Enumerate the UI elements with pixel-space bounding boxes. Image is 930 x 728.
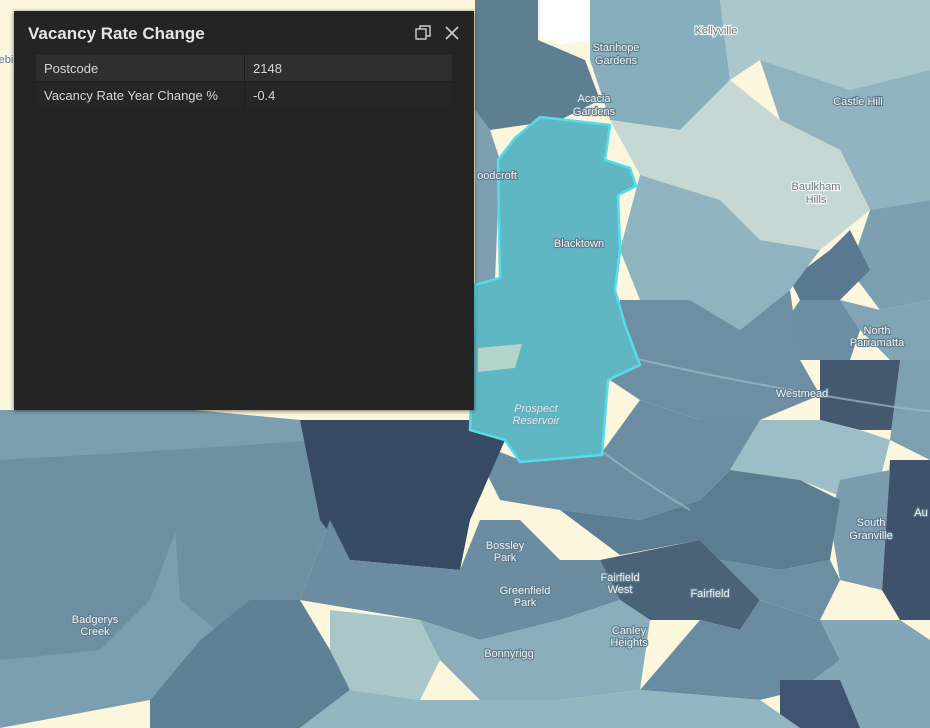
place-label: Acacia (577, 93, 611, 105)
place-label: ebi (0, 54, 13, 66)
place-label: Stanhope (592, 42, 639, 54)
place-label: North (864, 325, 891, 337)
table-row: Postcode 2148 (36, 55, 452, 82)
place-label: Gardens (595, 55, 638, 67)
feature-popup: Vacancy Rate Change Postcode 2148 Vacanc… (14, 11, 474, 410)
place-label: Blacktown (554, 238, 604, 250)
popup-header: Vacancy Rate Change (14, 11, 474, 55)
place-label: Au (914, 507, 927, 519)
place-label: Canley (612, 625, 647, 637)
place-label: Hills (806, 194, 827, 206)
place-label: Fairfield (600, 572, 639, 584)
place-label: Gardens (573, 106, 616, 118)
place-label: Parramatta (850, 337, 905, 349)
field-value: -0.4 (244, 81, 452, 108)
popup-title: Vacancy Rate Change (28, 24, 205, 43)
place-label: Fairfield (690, 588, 729, 600)
table-row: Vacancy Rate Year Change % -0.4 (36, 81, 452, 108)
close-icon (445, 26, 459, 40)
close-button[interactable] (442, 23, 462, 43)
field-name: Postcode (36, 55, 245, 82)
place-label: Park (494, 552, 517, 564)
attribute-table: Postcode 2148 Vacancy Rate Year Change %… (36, 55, 452, 108)
place-label: South (857, 517, 886, 529)
place-label: Badgerys (72, 614, 119, 626)
place-label: Park (514, 597, 537, 609)
place-label: Westmead (776, 388, 828, 400)
place-label: Bonnyrigg (484, 648, 534, 660)
place-label: Bossley (486, 540, 525, 552)
place-label: Creek (80, 626, 110, 638)
water-label: Prospect (514, 403, 558, 415)
place-label: Baulkham (792, 181, 841, 193)
dock-button[interactable] (413, 23, 433, 43)
place-label: oodcroft (477, 170, 517, 182)
place-label: Heights (610, 637, 648, 649)
place-label: West (608, 584, 633, 596)
field-name: Vacancy Rate Year Change % (36, 81, 245, 108)
map-region[interactable] (540, 0, 590, 45)
place-label: Kellyville (695, 25, 738, 37)
place-label: Castle Hill (833, 96, 883, 108)
place-label: Greenfield (500, 585, 551, 597)
water-label: Reservoir (512, 415, 560, 427)
field-value: 2148 (244, 55, 452, 82)
dock-icon (415, 25, 431, 40)
place-label: Granville (849, 530, 892, 542)
